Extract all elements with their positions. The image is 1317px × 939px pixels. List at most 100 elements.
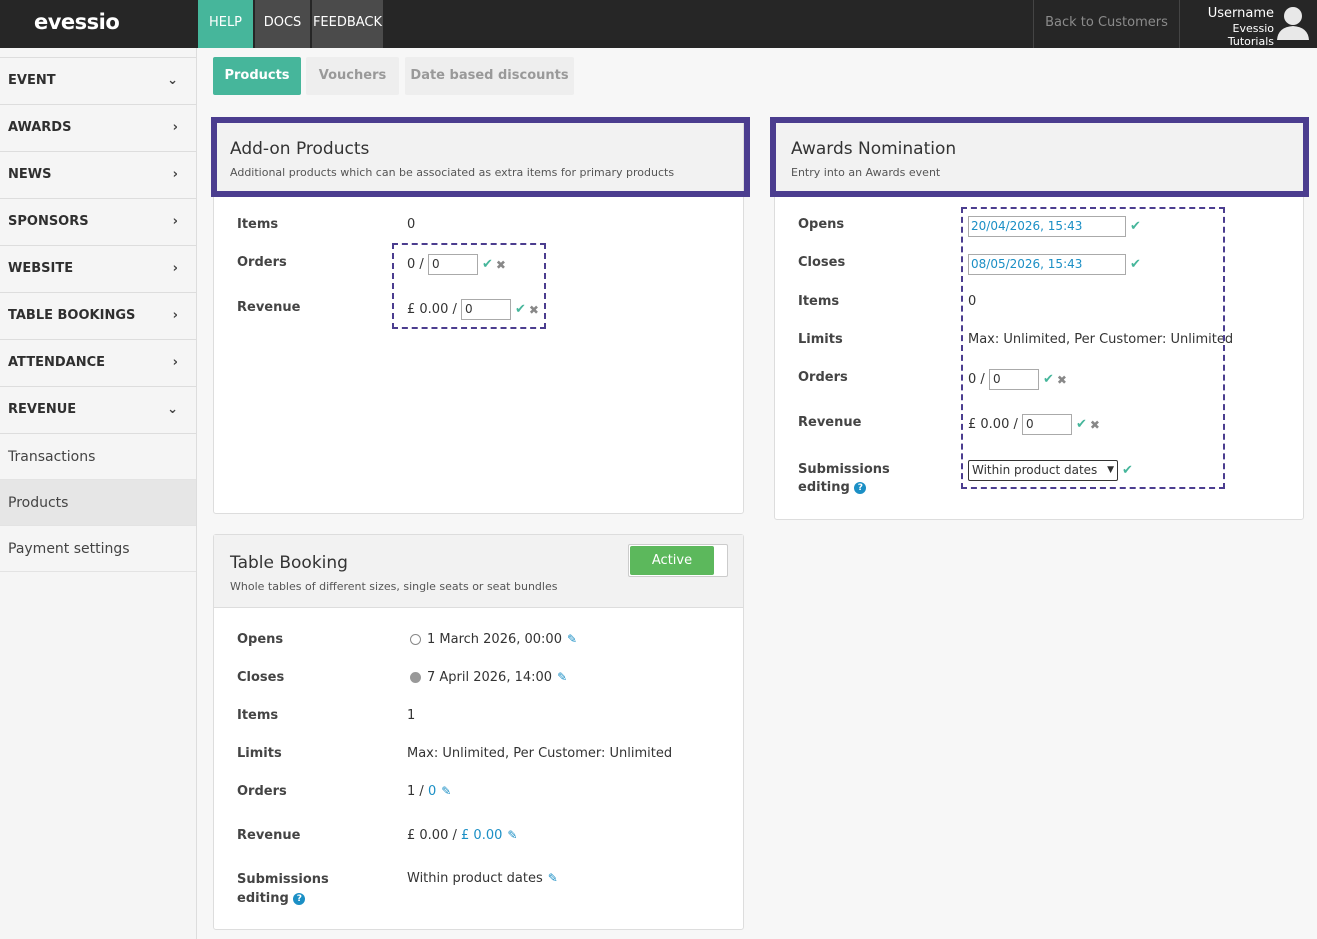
- submissions-editing-label: Submissions editing ?: [237, 870, 329, 908]
- sidebar-item-website[interactable]: WEBSITE ›: [0, 246, 196, 293]
- sidebar-item-revenue[interactable]: REVENUE ⌄: [0, 387, 196, 434]
- closes-row: 7 April 2026, 14:00 ✎: [410, 670, 567, 685]
- feedback-button[interactable]: FEEDBACK: [312, 0, 383, 48]
- select-value: Within product dates: [972, 463, 1098, 477]
- revenue-prefix: £ 0.00 /: [407, 302, 457, 317]
- org-name: Evessio Tutorials: [1227, 22, 1274, 48]
- pencil-icon[interactable]: ✎: [567, 632, 577, 646]
- revenue-label: Revenue: [798, 415, 862, 430]
- sidebar-item-label: ATTENDANCE: [8, 355, 105, 370]
- confirm-icon[interactable]: ✔: [1130, 219, 1141, 234]
- sidebar-subitem-transactions[interactable]: Transactions: [0, 434, 196, 480]
- pencil-icon[interactable]: ✎: [557, 670, 567, 684]
- radio-filled-icon: [410, 672, 421, 683]
- top-bar: evessio HELP DOCS FEEDBACK Back to Custo…: [0, 0, 1317, 48]
- help-icon[interactable]: ?: [293, 892, 306, 905]
- revenue-amount: £ 0.00 /: [407, 828, 457, 843]
- help-button[interactable]: HELP: [198, 0, 253, 48]
- orders-label: Orders: [798, 370, 848, 385]
- pencil-icon[interactable]: ✎: [441, 784, 451, 798]
- awards-panel-header: Awards Nomination Entry into an Awards e…: [775, 121, 1303, 194]
- orders-input[interactable]: 0: [988, 369, 1039, 390]
- submissions-value: Within product dates: [407, 871, 543, 886]
- revenue-target-link[interactable]: £ 0.00: [461, 828, 502, 843]
- cancel-icon[interactable]: ✖: [1090, 418, 1100, 432]
- sidebar-item-news[interactable]: NEWS ›: [0, 152, 196, 199]
- sidebar-item-label: AWARDS: [8, 120, 72, 135]
- cancel-icon[interactable]: ✖: [1057, 373, 1067, 387]
- chevron-right-icon: ›: [172, 355, 178, 370]
- orders-input[interactable]: 0: [427, 254, 478, 275]
- confirm-icon[interactable]: ✔: [1130, 257, 1141, 272]
- limits-value: Max: Unlimited, Per Customer: Unlimited: [407, 746, 673, 761]
- evessio-logo[interactable]: evessio: [34, 10, 120, 34]
- revenue-input[interactable]: 0: [461, 299, 512, 320]
- submissions-row: Within product dates ✎: [407, 871, 558, 886]
- chevron-right-icon: ›: [172, 167, 178, 182]
- orders-limit-link[interactable]: 0: [428, 784, 436, 799]
- back-to-customers-link[interactable]: Back to Customers: [1033, 0, 1180, 48]
- cancel-icon[interactable]: ✖: [529, 303, 539, 317]
- sidebar-subitem-payment-settings[interactable]: Payment settings: [0, 526, 196, 572]
- opens-row: 20/04/2026, 15:43 ✔: [968, 216, 1141, 237]
- chevron-right-icon: ›: [172, 214, 178, 229]
- revenue-label: Revenue: [237, 300, 301, 315]
- chevron-right-icon: ›: [172, 308, 178, 323]
- tab-vouchers[interactable]: Vouchers: [306, 57, 399, 95]
- pencil-icon[interactable]: ✎: [507, 828, 517, 842]
- revenue-label: Revenue: [237, 828, 301, 843]
- sidebar-item-label: WEBSITE: [8, 261, 74, 276]
- submissions-editing-select[interactable]: Within product dates ▼: [968, 460, 1118, 481]
- opens-label: Opens: [798, 217, 845, 232]
- sidebar-item-table-bookings[interactable]: TABLE BOOKINGS ›: [0, 293, 196, 340]
- items-label: Items: [237, 708, 279, 723]
- submissions-editing-label: Submissions editing ?: [798, 461, 890, 497]
- tab-products[interactable]: Products: [213, 57, 301, 95]
- user-info[interactable]: Username Evessio Tutorials: [1184, 6, 1274, 48]
- confirm-icon[interactable]: ✔: [1043, 372, 1054, 387]
- submissions-label-line2: editing: [237, 891, 289, 906]
- closes-row: 08/05/2026, 15:43 ✔: [968, 254, 1141, 275]
- pencil-icon[interactable]: ✎: [548, 871, 558, 885]
- sidebar-top-spacer: [0, 48, 196, 58]
- sidebar-item-attendance[interactable]: ATTENDANCE ›: [0, 340, 196, 387]
- submissions-row: Within product dates ▼ ✔: [968, 460, 1133, 481]
- confirm-icon[interactable]: ✔: [515, 302, 526, 317]
- orders-row: 0 / 0 ✔ ✖: [407, 254, 506, 275]
- orders-label: Orders: [237, 255, 287, 270]
- closes-value: 7 April 2026, 14:00: [427, 670, 553, 685]
- opens-date-input[interactable]: 20/04/2026, 15:43: [968, 216, 1126, 237]
- opens-row: 1 March 2026, 00:00 ✎: [410, 632, 577, 647]
- awards-nomination-panel: Awards Nomination Entry into an Awards e…: [774, 120, 1304, 520]
- chevron-down-icon: ▼: [1107, 465, 1114, 475]
- confirm-icon[interactable]: ✔: [1076, 417, 1087, 432]
- confirm-icon[interactable]: ✔: [482, 257, 493, 272]
- cancel-icon[interactable]: ✖: [496, 258, 506, 272]
- confirm-icon[interactable]: ✔: [1122, 463, 1133, 478]
- sidebar-item-label: TABLE BOOKINGS: [8, 308, 136, 323]
- panel-description: Whole tables of different sizes, single …: [230, 580, 558, 593]
- table-booking-panel: Table Booking Whole tables of different …: [213, 534, 744, 930]
- sidebar: EVENT ⌄ AWARDS › NEWS › SPONSORS › WEBSITE › …: [0, 48, 197, 939]
- addon-products-panel: Add-on Products Additional products whic…: [213, 120, 744, 514]
- sidebar-subitem-products[interactable]: Products: [0, 480, 196, 526]
- items-label: Items: [237, 217, 279, 232]
- avatar-icon[interactable]: [1274, 3, 1312, 41]
- active-toggle[interactable]: Active: [628, 544, 728, 577]
- help-icon[interactable]: ?: [854, 481, 867, 494]
- sidebar-item-awards[interactable]: AWARDS ›: [0, 105, 196, 152]
- limits-label: Limits: [798, 332, 843, 347]
- orders-count: 1 /: [407, 784, 424, 799]
- opens-label: Opens: [237, 632, 284, 647]
- items-value: 0: [968, 294, 977, 309]
- sidebar-item-event[interactable]: EVENT ⌄: [0, 58, 196, 105]
- sidebar-item-sponsors[interactable]: SPONSORS ›: [0, 199, 196, 246]
- tab-date-based-discounts[interactable]: Date based discounts: [405, 57, 574, 95]
- docs-button[interactable]: DOCS: [255, 0, 310, 48]
- sidebar-item-label: SPONSORS: [8, 214, 89, 229]
- limits-label: Limits: [237, 746, 282, 761]
- closes-date-input[interactable]: 08/05/2026, 15:43: [968, 254, 1126, 275]
- revenue-row: £ 0.00 / 0 ✔ ✖: [968, 414, 1100, 435]
- radio-empty-icon: [410, 634, 421, 645]
- revenue-input[interactable]: 0: [1022, 414, 1073, 435]
